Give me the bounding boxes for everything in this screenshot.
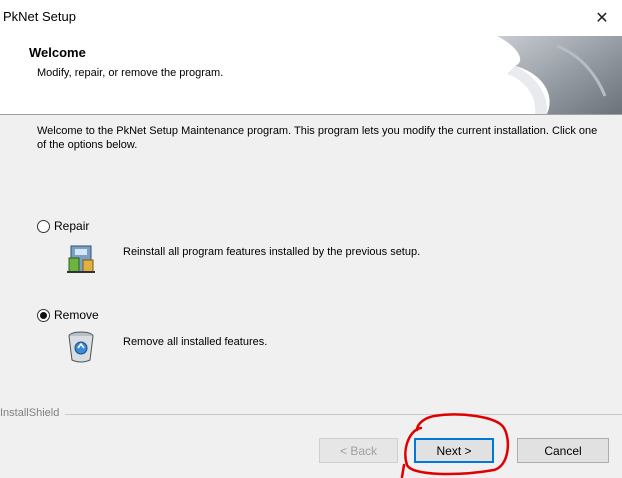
window-title: PkNet Setup: [3, 9, 76, 24]
remove-radio[interactable]: Remove: [37, 308, 99, 322]
footer-divider: [0, 414, 622, 415]
close-icon: ✕: [595, 10, 609, 27]
remove-radio-button[interactable]: [37, 308, 50, 322]
installshield-brand: InstallShield: [0, 407, 66, 419]
remove-icon: [68, 331, 94, 363]
repair-icon: [67, 245, 95, 273]
close-button[interactable]: ✕: [582, 0, 622, 36]
wizard-header: Welcome Modify, repair, or remove the pr…: [0, 36, 622, 115]
repair-radio[interactable]: Repair: [37, 219, 89, 233]
remove-description: Remove all installed features.: [123, 336, 268, 348]
header-title: Welcome: [29, 45, 86, 60]
remove-label: Remove: [54, 308, 99, 322]
next-button[interactable]: Next >: [414, 438, 494, 463]
wizard-content: Welcome to the PkNet Setup Maintenance p…: [0, 115, 622, 400]
repair-label: Repair: [54, 219, 90, 233]
setup-window: PkNet Setup ✕ Welcome Modify, repair, or…: [0, 0, 622, 478]
installshield-corner-art-icon: [497, 36, 622, 114]
repair-radio-button[interactable]: [37, 219, 50, 233]
intro-text: Welcome to the PkNet Setup Maintenance p…: [37, 125, 598, 151]
cancel-button[interactable]: Cancel: [517, 438, 609, 463]
header-subtitle: Modify, repair, or remove the program.: [37, 67, 224, 79]
repair-description: Reinstall all program features installed…: [123, 246, 421, 258]
back-button[interactable]: < Back: [319, 438, 398, 463]
title-bar: PkNet Setup ✕: [0, 0, 622, 36]
